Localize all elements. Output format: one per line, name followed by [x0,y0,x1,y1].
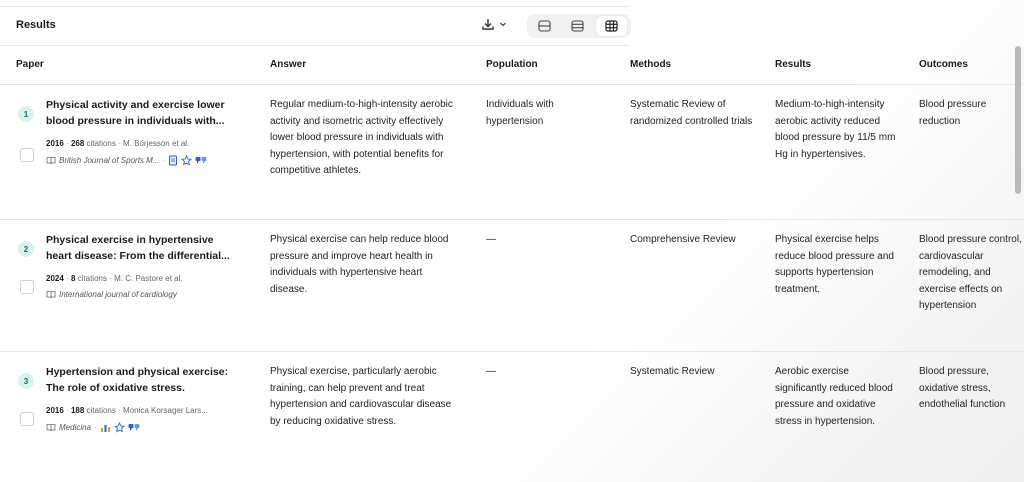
row-checkbox[interactable] [20,412,34,426]
book-icon [46,423,56,432]
row-number-badge: 1 [18,106,34,122]
paper-citations-count: 8 [70,274,76,283]
download-icon [481,17,495,31]
paper-year: 2016 [46,406,64,415]
vertical-scrollbar[interactable] [1015,46,1021,194]
download-button[interactable] [481,17,507,31]
methods-cell: Systematic Review [630,366,715,377]
paper-authors: M. Börjesson et al. [123,139,190,148]
book-icon [46,290,56,299]
results-cell: Aerobic exercise significantly reduced b… [775,366,893,427]
star-badge-icon[interactable] [113,422,125,433]
view-table-icon [605,20,618,32]
paper-journal-line: Medicina · [46,422,140,433]
results-cell: Physical exercise helps reduce blood pre… [775,234,894,295]
table-header: Paper Answer Population Methods Results … [0,44,1024,85]
view-cards-button[interactable] [529,16,560,36]
paper-authors: Monica Korsager Lars... [123,406,208,415]
book-icon [46,156,56,165]
row-checkbox[interactable] [20,280,34,294]
paper-title-line1: Hypertension and physical exercise: [46,366,229,378]
outcomes-cell: Blood pressure reduction [919,99,987,127]
row-checkbox[interactable] [20,148,34,162]
row-number-badge: 3 [18,373,34,389]
paper-journal-line: British Journal of Sports M... · [46,155,207,166]
paper-meta: 2016 · 268 citations · M. Börjesson et a… [46,139,190,148]
paper-citations-label: citations [86,139,116,148]
paper-title-line2: The role of oxidative stress. [46,382,185,394]
paper-citations-count: 268 [70,139,85,148]
view-cards-icon [538,20,551,32]
column-header-paper[interactable]: Paper [16,59,44,70]
results-toolbar: Results [0,6,631,46]
paper-title[interactable]: Hypertension and physical exercise: The … [46,364,246,396]
view-list-icon [571,20,585,32]
chevron-down-icon [499,20,507,28]
answer-cell: Regular medium-to-high-intensity aerobic… [270,99,453,176]
column-header-answer[interactable]: Answer [270,59,306,70]
paper-journal: Medicina [59,423,92,432]
bar-chart-icon[interactable] [100,423,111,433]
row-number-badge: 2 [18,241,34,257]
paper-meta: 2016 · 188 citations · Monica Korsager L… [46,406,208,415]
paper-citations-count: 188 [70,406,85,415]
paper-journal: International journal of cardiology [59,290,177,299]
paper-year: 2024 [46,274,64,283]
paper-journal-line: International journal of cardiology [46,290,177,299]
population-cell: — [486,234,496,245]
paper-year: 2016 [46,139,64,148]
column-header-results[interactable]: Results [775,59,811,70]
document-icon[interactable] [168,155,178,166]
outcomes-cell: Blood pressure control, cardiovascular r… [919,234,1022,311]
paper-citations-label: citations [86,406,116,415]
table-row[interactable]: 2 Physical exercise in hypertensive hear… [0,220,1024,352]
paper-title-line1: Physical exercise in hypertensive [46,234,214,246]
table-row[interactable]: 3 Hypertension and physical exercise: Th… [0,352,1024,482]
paper-title[interactable]: Physical exercise in hypertensive heart … [46,232,246,264]
view-table-button[interactable] [595,16,627,36]
population-cell: — [486,366,496,377]
methods-cell: Systematic Review of randomized controll… [630,99,753,127]
results-cell: Medium-to-high-intensity aerobic activit… [775,99,896,160]
paper-authors: M. C. Pastore et al. [114,274,183,283]
answer-cell: Physical exercise, particularly aerobic … [270,366,452,427]
chat-icon[interactable] [128,423,140,433]
paper-meta: 2024 · 8 citations · M. C. Pastore et al… [46,274,183,283]
paper-title-line2: blood pressure in individuals with... [46,115,225,127]
star-badge-icon[interactable] [181,155,193,166]
paper-citations-label: citations [77,274,107,283]
paper-title[interactable]: Physical activity and exercise lower blo… [46,97,246,129]
view-list-button[interactable] [562,16,593,36]
outcomes-cell: Blood pressure, oxidative stress, endoth… [919,366,1006,410]
paper-title-line1: Physical activity and exercise lower [46,99,225,111]
column-header-outcomes[interactable]: Outcomes [919,59,968,70]
paper-journal: British Journal of Sports M... [59,156,160,165]
answer-cell: Physical exercise can help reduce blood … [270,234,449,295]
methods-cell: Comprehensive Review [630,234,736,245]
results-title: Results [16,19,56,31]
chat-icon[interactable] [195,156,207,166]
population-cell: Individuals with hypertension [486,99,554,127]
paper-title-line2: heart disease: From the differential... [46,250,230,262]
column-header-methods[interactable]: Methods [630,59,671,70]
column-header-population[interactable]: Population [486,59,538,70]
table-row[interactable]: 1 Physical activity and exercise lower b… [0,85,1024,220]
view-toggle [527,14,631,38]
